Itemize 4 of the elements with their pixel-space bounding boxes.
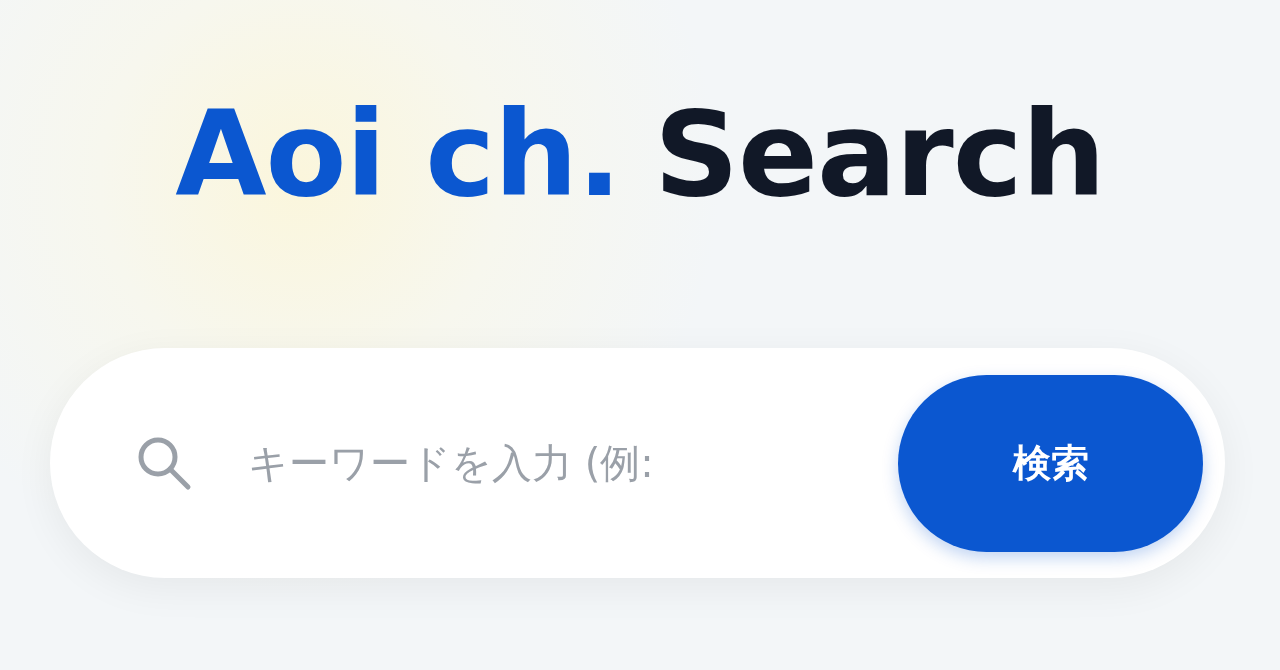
search-field[interactable]: キーワードを入力 (例: [246,439,898,487]
logo-text: Search [653,85,1105,223]
logo-text: Aoi ch. [175,85,621,223]
search-button[interactable]: 検索 [898,374,1203,552]
